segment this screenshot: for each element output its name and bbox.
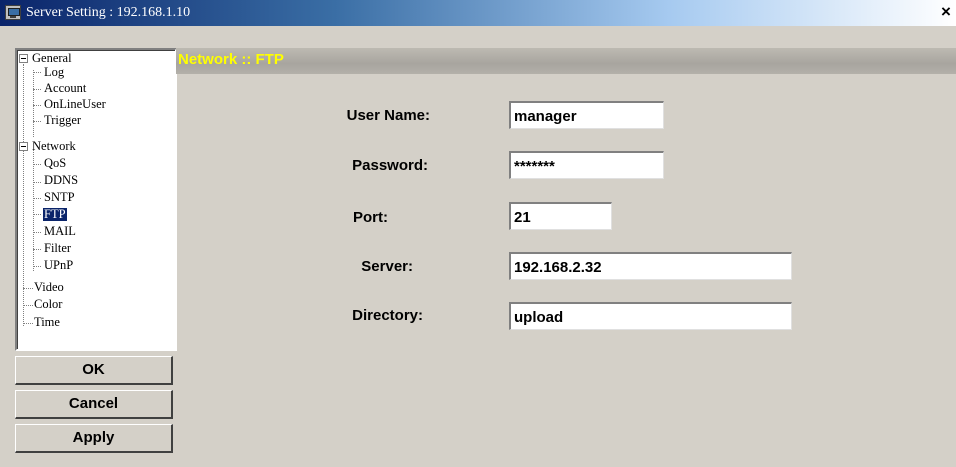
- tree-line: [33, 214, 41, 215]
- tree-line: [33, 89, 41, 90]
- port-field[interactable]: 21: [509, 202, 612, 230]
- tree-line: [33, 266, 41, 267]
- tree-item-account[interactable]: Account: [44, 82, 86, 95]
- window-title: Server Setting : 192.168.1.10: [26, 5, 191, 20]
- cancel-button[interactable]: Cancel: [15, 390, 173, 419]
- port-label: Port:: [353, 209, 388, 226]
- tree-line: [23, 305, 33, 306]
- user-name-label: User Name:: [346, 107, 430, 124]
- tree-item-onlineuser[interactable]: OnLineUser: [44, 98, 106, 111]
- tree-item-network[interactable]: Network: [32, 140, 76, 153]
- tree-line: [33, 182, 41, 183]
- tree-line: [33, 232, 41, 233]
- tree-item-filter[interactable]: Filter: [44, 242, 71, 255]
- tree-line: [33, 150, 34, 271]
- tree-item-mail[interactable]: MAIL: [44, 225, 76, 238]
- tree-item-time[interactable]: Time: [34, 316, 60, 329]
- apply-button[interactable]: Apply: [15, 424, 173, 453]
- tree-line: [33, 164, 41, 165]
- password-label: Password:: [352, 157, 428, 174]
- tree-line: [33, 198, 41, 199]
- close-button[interactable]: ×: [938, 3, 954, 21]
- tree-item-qos[interactable]: QoS: [44, 157, 66, 170]
- tree-item-general[interactable]: General: [32, 52, 72, 65]
- ok-button[interactable]: OK: [15, 356, 173, 385]
- tree-item-ftp[interactable]: FTP: [43, 208, 67, 221]
- tree-item-log[interactable]: Log: [44, 66, 64, 79]
- password-field[interactable]: *******: [509, 151, 664, 179]
- tree-item-ddns[interactable]: DDNS: [44, 174, 78, 187]
- tree-line: [33, 70, 34, 137]
- tree-line: [33, 121, 41, 122]
- tree-line: [33, 249, 41, 250]
- app-icon: [5, 5, 21, 20]
- tree-line: [23, 323, 33, 324]
- collapse-icon[interactable]: [19, 142, 28, 151]
- directory-field[interactable]: upload: [509, 302, 792, 330]
- server-label: Server:: [361, 258, 413, 275]
- tree-item-upnp[interactable]: UPnP: [44, 259, 73, 272]
- directory-label: Directory:: [352, 307, 423, 324]
- server-field[interactable]: 192.168.2.32: [509, 252, 792, 280]
- tree-line: [33, 105, 41, 106]
- panel-header: Network :: FTP: [176, 48, 956, 74]
- collapse-icon[interactable]: [19, 54, 28, 63]
- tree-item-trigger[interactable]: Trigger: [44, 114, 81, 127]
- tree-line: [33, 72, 41, 73]
- settings-tree[interactable]: General Log Account OnLineUser Trigger N…: [15, 48, 177, 351]
- tree-item-video[interactable]: Video: [34, 281, 64, 294]
- panel-title: Network :: FTP: [178, 51, 284, 68]
- title-bar: Server Setting : 192.168.1.10 ×: [0, 0, 956, 26]
- tree-line: [23, 64, 24, 326]
- tree-line: [23, 288, 33, 289]
- tree-item-color[interactable]: Color: [34, 298, 62, 311]
- user-name-field[interactable]: manager: [509, 101, 664, 129]
- tree-item-sntp[interactable]: SNTP: [44, 191, 75, 204]
